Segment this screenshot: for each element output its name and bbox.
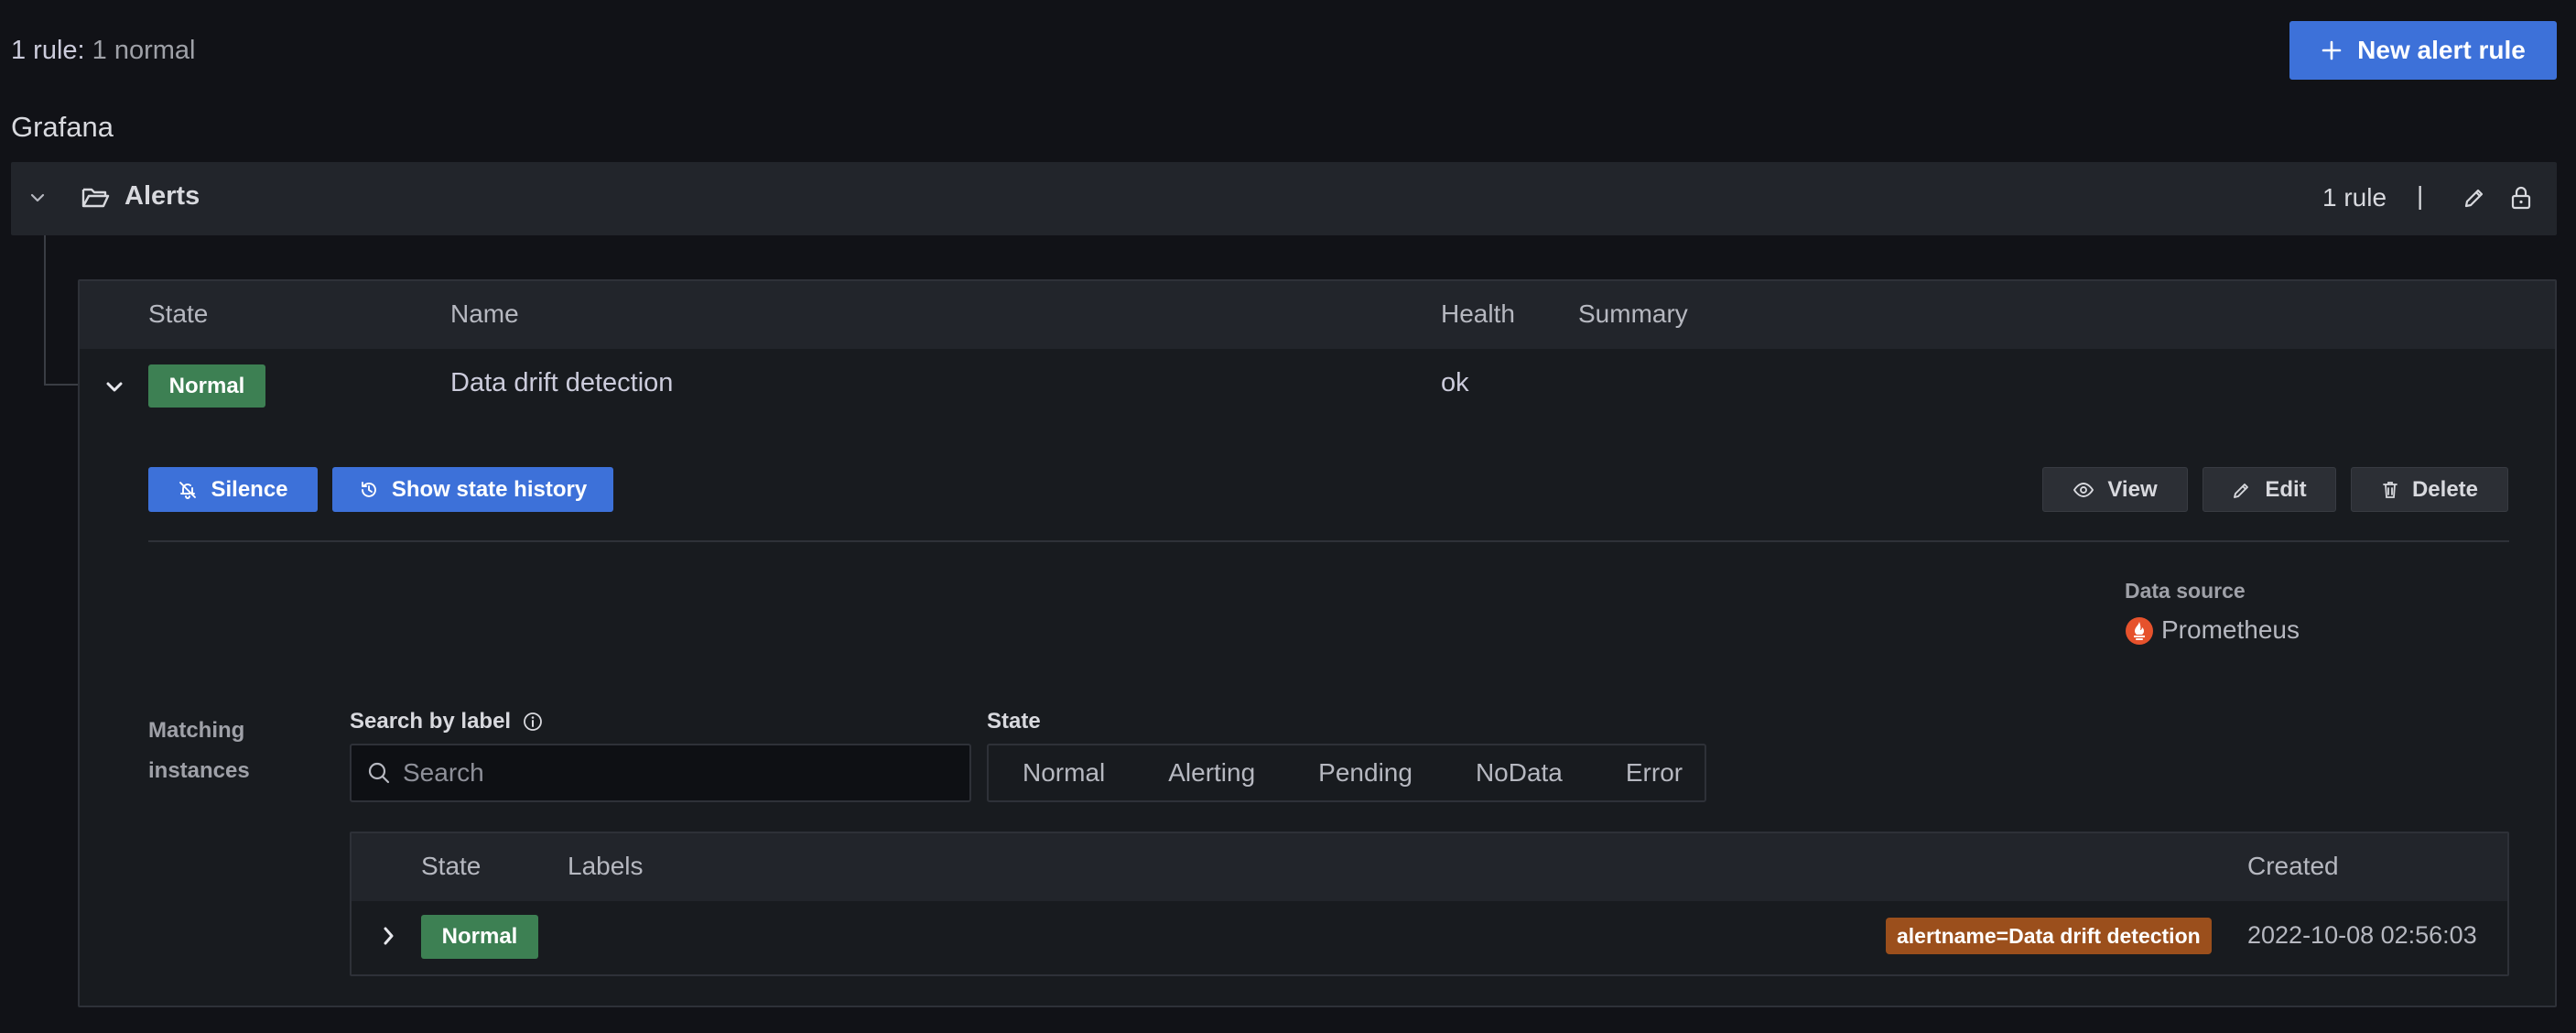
folder-header xyxy=(11,162,2557,235)
rule-summary: 1 rule: 1 normal xyxy=(11,33,196,68)
new-alert-rule-button[interactable]: New alert rule xyxy=(2289,21,2557,80)
silence-button[interactable]: Silence xyxy=(148,467,318,512)
column-header-name: Name xyxy=(450,299,519,328)
tree-line-horizontal xyxy=(44,384,79,386)
data-source-value[interactable]: Prometheus xyxy=(2161,615,2300,645)
instance-created: 2022-10-08 02:56:03 xyxy=(2247,921,2477,949)
edit-button[interactable]: Edit xyxy=(2203,467,2336,512)
new-alert-rule-label: New alert rule xyxy=(2357,36,2526,64)
matching-line-1: Matching xyxy=(148,718,245,743)
matching-instances-label: Matching instances xyxy=(148,711,250,791)
bell-slash-icon xyxy=(178,480,198,500)
instances-column-labels: Labels xyxy=(568,852,644,880)
instance-label-tag: alertname=Data drift detection xyxy=(1886,918,2212,954)
namespace-title: Grafana xyxy=(11,111,114,143)
search-by-label-field[interactable] xyxy=(350,744,971,802)
data-source-label: Data source xyxy=(2125,579,2246,603)
silence-label: Silence xyxy=(211,476,288,502)
search-input[interactable] xyxy=(403,758,952,788)
state-option-nodata[interactable]: NoData xyxy=(1442,745,1592,800)
chevron-right-icon[interactable] xyxy=(377,924,401,948)
eye-icon xyxy=(2073,481,2094,499)
search-by-label-label: Search by label xyxy=(350,709,544,734)
pencil-icon xyxy=(2232,480,2252,500)
edit-label: Edit xyxy=(2265,476,2307,502)
tree-line-vertical xyxy=(44,235,46,386)
column-header-summary: Summary xyxy=(1578,299,1688,328)
state-option-error[interactable]: Error xyxy=(1592,745,1712,800)
state-filter-group: Normal Alerting Pending NoData Error xyxy=(987,744,1706,802)
rule-name: Data drift detection xyxy=(450,368,674,397)
column-header-health: Health xyxy=(1441,299,1515,328)
rule-count-label: 1 rule: xyxy=(11,36,85,65)
lock-icon[interactable] xyxy=(2510,185,2532,211)
instances-column-created: Created xyxy=(2247,852,2339,880)
rule-count-detail: 1 normal xyxy=(92,36,196,65)
instance-state-badge: Normal xyxy=(421,915,538,959)
show-state-history-button[interactable]: Show state history xyxy=(332,467,613,512)
state-filter-label: State xyxy=(987,709,1041,734)
rule-health: ok xyxy=(1441,368,1469,397)
folder-open-icon xyxy=(81,184,110,212)
search-icon xyxy=(366,760,392,786)
history-icon xyxy=(359,480,379,500)
pencil-icon[interactable] xyxy=(2462,186,2486,210)
details-divider xyxy=(148,540,2509,542)
view-button[interactable]: View xyxy=(2042,467,2188,512)
state-option-pending[interactable]: Pending xyxy=(1284,745,1442,800)
header-separator: | xyxy=(2417,181,2424,210)
search-by-label-text: Search by label xyxy=(350,709,512,734)
column-header-state: State xyxy=(148,299,209,328)
info-circle-icon[interactable] xyxy=(522,711,544,733)
state-option-alerting[interactable]: Alerting xyxy=(1134,745,1284,800)
folder-name[interactable]: Alerts xyxy=(124,181,200,212)
state-option-normal[interactable]: Normal xyxy=(989,745,1134,800)
prometheus-icon xyxy=(2125,616,2154,646)
rule-state-badge: Normal xyxy=(148,364,265,408)
delete-label: Delete xyxy=(2411,476,2479,502)
chevron-down-icon[interactable] xyxy=(27,188,48,208)
show-state-history-label: Show state history xyxy=(391,476,588,502)
view-label: View xyxy=(2107,476,2158,502)
plus-icon xyxy=(2321,39,2343,61)
folder-rule-count: 1 rule xyxy=(2322,183,2387,212)
instances-column-state: State xyxy=(421,852,482,880)
matching-line-2: instances xyxy=(148,758,250,783)
delete-button[interactable]: Delete xyxy=(2351,467,2508,512)
chevron-down-icon[interactable] xyxy=(103,375,126,399)
trash-icon xyxy=(2381,480,2399,500)
instances-table-header xyxy=(352,833,2507,901)
